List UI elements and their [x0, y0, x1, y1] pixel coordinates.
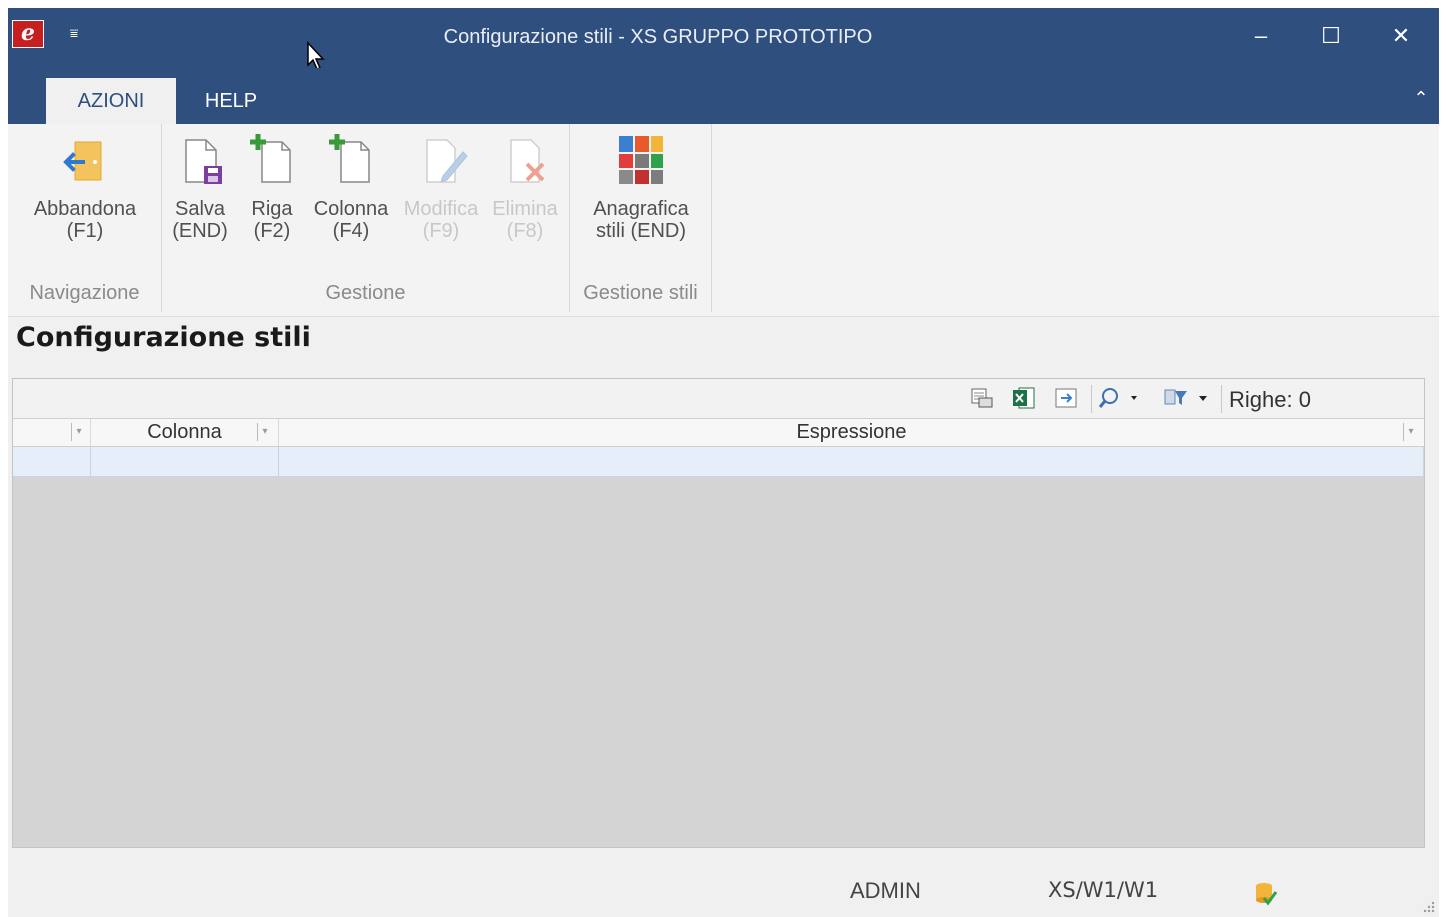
elimina-shortcut: (F8) [506, 220, 544, 242]
status-bar: ADMIN XS/W1/W1 [8, 858, 1439, 917]
status-path: XS/W1/W1 [1048, 878, 1159, 902]
title-bar: e ⩸ Configurazione stili - XS GRUPPO PRO… [8, 8, 1439, 70]
salva-label: Salva [174, 198, 226, 220]
abbandona-shortcut: (F1) [66, 220, 104, 242]
anagrafica-shortcut: stili (END) [596, 220, 686, 242]
column-filter-icon[interactable]: ▾ [1403, 423, 1418, 441]
close-button[interactable]: ✕ [1366, 8, 1436, 68]
database-check-icon [1256, 883, 1278, 906]
rows-count: Righe: 0 [1229, 387, 1311, 412]
app-logo-icon[interactable]: e [12, 20, 44, 48]
column-header-indicator[interactable]: ▾ [13, 419, 91, 446]
color-palette-icon [619, 136, 663, 184]
abbandona-label: Abbandona [33, 198, 137, 220]
status-user: ADMIN [850, 878, 921, 903]
ribbon-group-gestione: Salva (END) Riga (F2) Colonna (F4) Modif… [162, 124, 570, 312]
excel-export-icon[interactable] [1011, 386, 1037, 410]
filter-dropdown-icon[interactable] [1163, 386, 1215, 410]
exit-door-icon [63, 141, 102, 181]
ribbon-group-navigazione: Abbandona (F1) Navigazione [8, 124, 162, 312]
anagrafica-label: Anagrafica [593, 198, 689, 220]
modifica-button[interactable]: Modifica (F9) [398, 130, 484, 260]
table-row[interactable] [13, 447, 1423, 477]
riga-button[interactable]: Riga (F2) [242, 130, 302, 260]
colonna-label: Colonna [313, 198, 389, 220]
modifica-shortcut: (F9) [422, 220, 460, 242]
column-filter-icon[interactable]: ▾ [71, 423, 86, 441]
toolbar-separator [1221, 385, 1222, 413]
mouse-cursor-icon [307, 41, 325, 70]
column-header-espressione[interactable]: Espressione ▾ [279, 419, 1424, 446]
toolbar-separator [1091, 385, 1092, 413]
tab-azioni[interactable]: AZIONI [46, 78, 176, 124]
ribbon: Abbandona (F1) Navigazione Salva (END) R… [8, 124, 1439, 317]
riga-shortcut: (F2) [253, 220, 291, 242]
add-document-icon [250, 134, 291, 183]
column-header-espressione-label: Espressione [796, 421, 907, 443]
modifica-label: Modifica [403, 198, 479, 220]
print-preview-icon[interactable] [969, 386, 995, 410]
group-label-gestione: Gestione [325, 282, 406, 304]
salva-shortcut: (END) [172, 220, 228, 242]
collapse-ribbon-icon[interactable]: ⌃ [1409, 86, 1433, 110]
colonna-cell[interactable] [91, 447, 279, 476]
window-title: Configurazione stili - XS GRUPPO PROTOTI… [443, 26, 873, 48]
resize-grip-icon[interactable] [1421, 899, 1435, 913]
column-header-colonna-label: Colonna [147, 421, 222, 443]
elimina-button[interactable]: Elimina (F8) [488, 130, 562, 260]
page-title: Configurazione stili [16, 322, 311, 353]
save-document-icon [185, 139, 222, 184]
group-label-gestione-stili: Gestione stili [583, 282, 698, 304]
salva-button[interactable]: Salva (END) [168, 130, 232, 260]
elimina-label: Elimina [492, 198, 558, 220]
tab-help[interactable]: HELP [178, 78, 284, 124]
column-header-colonna[interactable]: Colonna ▾ [91, 419, 279, 446]
espressione-cell[interactable] [279, 447, 1423, 476]
export-icon[interactable] [1053, 386, 1079, 410]
ribbon-group-gestione-stili: Anagrafica stili (END) Gestione stili [570, 124, 712, 312]
application-window: e ⩸ Configurazione stili - XS GRUPPO PRO… [8, 8, 1439, 917]
colonna-button[interactable]: Colonna (F4) [306, 130, 396, 260]
minimize-button[interactable]: – [1226, 8, 1296, 68]
anagrafica-stili-button[interactable]: Anagrafica stili (END) [578, 130, 704, 260]
delete-document-icon [510, 139, 545, 183]
data-grid: Righe: 0 ▾ Colonna ▾ Espressione ▾ [12, 378, 1425, 848]
ribbon-tab-strip: AZIONI HELP ⌃ [8, 68, 1439, 124]
grid-header: ▾ Colonna ▾ Espressione ▾ [13, 419, 1424, 447]
row-indicator-cell[interactable] [13, 447, 91, 476]
column-filter-icon[interactable]: ▾ [257, 423, 272, 441]
colonna-shortcut: (F4) [332, 220, 370, 242]
abbandona-button[interactable]: Abbandona (F1) [18, 130, 152, 260]
group-label-navigazione: Navigazione [29, 282, 140, 304]
search-dropdown-icon[interactable] [1099, 386, 1147, 410]
add-document-icon [329, 134, 370, 183]
riga-label: Riga [251, 198, 293, 220]
grid-toolbar: Righe: 0 [13, 379, 1424, 419]
quick-access-menu-icon[interactable]: ⩸ [64, 20, 84, 46]
edit-document-icon [426, 139, 468, 183]
maximize-button[interactable]: ☐ [1296, 8, 1366, 68]
